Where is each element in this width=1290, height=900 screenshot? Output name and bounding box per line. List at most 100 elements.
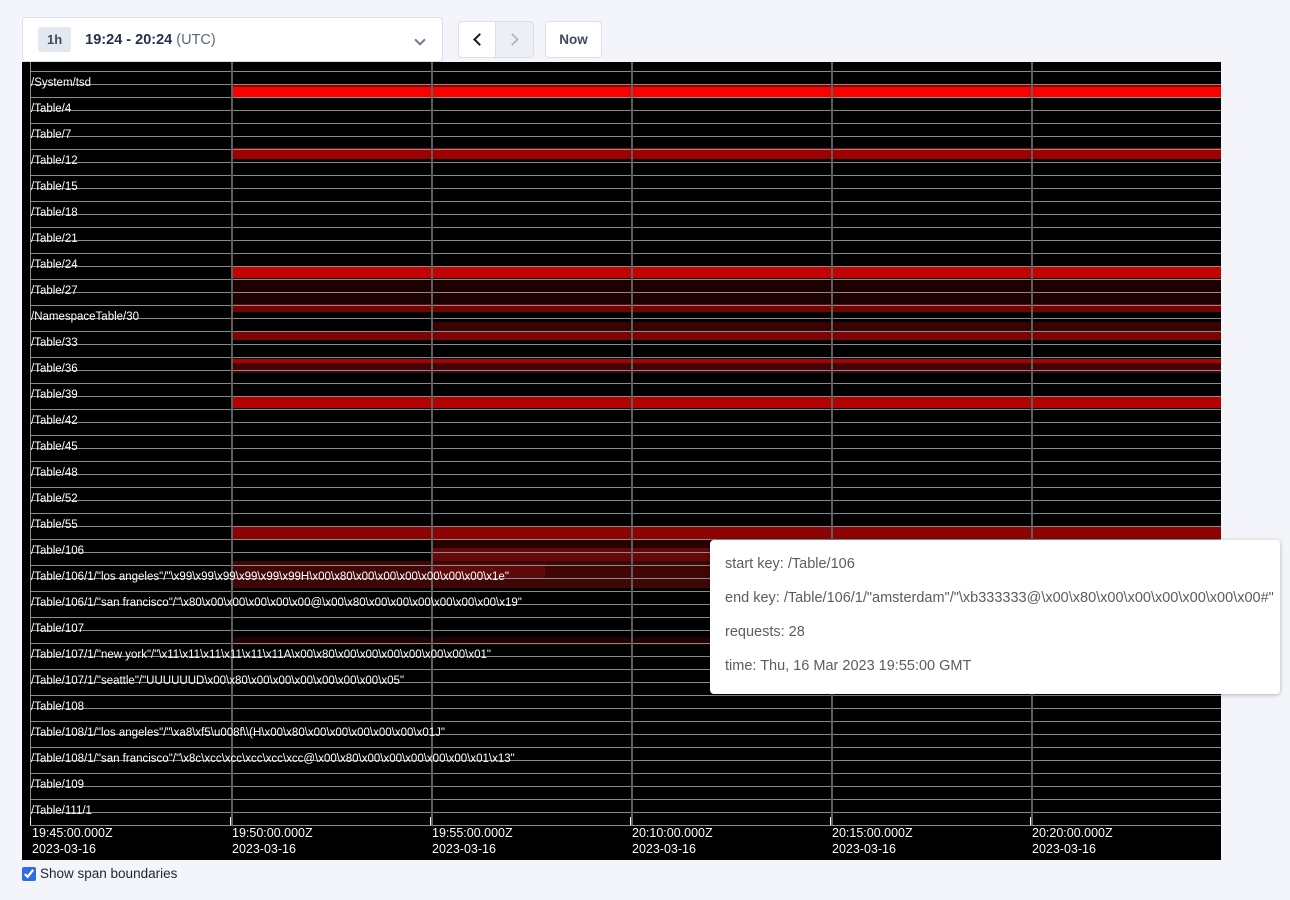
axis-tick-mark [830, 817, 831, 825]
span-boundary-line [30, 227, 1221, 228]
span-boundary-line [30, 123, 1221, 124]
show-span-boundaries-checkbox[interactable] [22, 867, 36, 881]
heatmap-band [231, 363, 1221, 373]
span-boundary-line [30, 71, 1221, 72]
row-label: /Table/52 [31, 493, 78, 506]
axis-tick-date: 2023-03-16 [232, 842, 296, 856]
row-label: /Table/108/1/"san francisco"/"\x8c\xcc\x… [31, 753, 515, 766]
now-button[interactable]: Now [545, 21, 602, 58]
time-nav-group [458, 21, 534, 58]
row-label: /Table/107 [31, 623, 84, 636]
axis-tick-time: 20:20:00.000Z [1032, 826, 1113, 840]
prev-time-button[interactable] [458, 21, 496, 58]
span-boundary-line [30, 162, 1221, 163]
heatmap-canvas[interactable]: /System/tsd/Table/4/Table/7/Table/12/Tab… [22, 62, 1221, 860]
span-boundary-line [30, 253, 1221, 254]
span-boundary-line [30, 474, 1221, 475]
row-label: /Table/108/1/"los angeles"/"\xa8\xf5\u00… [31, 727, 445, 740]
span-boundary-line [30, 721, 1221, 722]
span-boundary-line [30, 84, 1221, 85]
span-boundary-line [30, 370, 1221, 371]
span-boundary-line [30, 513, 1221, 514]
time-range-label: 19:24 - 20:24 (UTC) [85, 32, 216, 48]
time-gridline [1031, 62, 1033, 825]
span-boundary-line [30, 188, 1221, 189]
row-label: /Table/55 [31, 519, 78, 532]
row-label: /Table/106 [31, 545, 84, 558]
span-boundary-line [30, 812, 1221, 813]
tooltip-line: start key: /Table/106 [725, 557, 1280, 572]
span-boundary-line [30, 331, 1221, 332]
span-boundary-line [30, 318, 1221, 319]
heatmap-band [231, 397, 1221, 408]
tooltip-line: time: Thu, 16 Mar 2023 19:55:00 GMT [725, 659, 1280, 674]
axis-tick-time: 19:55:00.000Z [432, 826, 513, 840]
span-boundary-line [30, 240, 1221, 241]
axis-tick-mark [430, 817, 431, 825]
hover-tooltip: start key: /Table/106 end key: /Table/106… [710, 540, 1280, 694]
duration-badge: 1h [38, 27, 71, 52]
axis-tick-mark [230, 817, 231, 825]
row-label: /Table/106/1/"los angeles"/"\x99\x99\x99… [31, 571, 509, 584]
span-boundary-line [30, 409, 1221, 410]
row-label: /Table/24 [31, 259, 78, 272]
span-boundary-line [30, 448, 1221, 449]
tooltip-line: end key: /Table/106/1/"amsterdam"/"\xb33… [725, 591, 1280, 606]
tooltip-line: requests: 28 [725, 625, 1280, 640]
time-gridline [231, 62, 233, 825]
time-range-selector[interactable]: 1h 19:24 - 20:24 (UTC) [22, 17, 443, 62]
span-boundary-line [30, 266, 1221, 267]
show-span-boundaries-label[interactable]: Show span boundaries [40, 866, 177, 881]
chevron-right-icon [506, 33, 519, 46]
axis-tick-date: 2023-03-16 [32, 842, 96, 856]
row-label: /Table/42 [31, 415, 78, 428]
axis-tick-time: 20:10:00.000Z [632, 826, 713, 840]
span-boundary-line [30, 344, 1221, 345]
heatmap-band [231, 331, 1221, 340]
axis-tick-mark [1030, 817, 1031, 825]
span-boundary-line [30, 526, 1221, 527]
timezone-label: (UTC) [176, 32, 215, 48]
span-boundary-line [30, 201, 1221, 202]
axis-tick-date: 2023-03-16 [1032, 842, 1096, 856]
row-label: /Table/111/1 [31, 805, 92, 818]
span-boundary-line [30, 383, 1221, 384]
row-label: /Table/45 [31, 441, 78, 454]
heatmap-band [231, 87, 1221, 97]
span-boundary-line [30, 279, 1221, 280]
row-label: /Table/4 [31, 103, 71, 116]
span-boundary-line [30, 799, 1221, 800]
heatmap-band [431, 322, 1221, 331]
row-label: /Table/39 [31, 389, 78, 402]
span-boundary-line [30, 695, 1221, 696]
span-boundary-line [30, 747, 1221, 748]
span-boundary-line [30, 110, 1221, 111]
row-label: /Table/33 [31, 337, 78, 350]
row-label: /Table/108 [31, 701, 84, 714]
row-label: /Table/27 [31, 285, 78, 298]
span-boundary-line [30, 292, 1221, 293]
row-label: /System/tsd [31, 77, 91, 90]
time-range-value: 19:24 - 20:24 [85, 32, 172, 48]
span-boundary-line [30, 461, 1221, 462]
chevron-left-icon [473, 33, 486, 46]
axis-tick-mark [30, 817, 31, 825]
row-label: /Table/107/1/"new york"/"\x11\x11\x11\x1… [31, 649, 491, 662]
row-label: /Table/12 [31, 155, 78, 168]
axis-tick-date: 2023-03-16 [832, 842, 896, 856]
axis-tick-date: 2023-03-16 [632, 842, 696, 856]
heatmap-band [231, 267, 1221, 278]
axis-tick-time: 20:15:00.000Z [832, 826, 913, 840]
row-label: /Table/15 [31, 181, 78, 194]
row-label: /Table/36 [31, 363, 78, 376]
row-label: /Table/107/1/"seattle"/"UUUUUUD\x00\x80\… [31, 675, 404, 688]
time-gridline [631, 62, 633, 825]
time-gridline [831, 62, 833, 825]
next-time-button[interactable] [496, 21, 534, 58]
span-boundary-line [30, 708, 1221, 709]
time-gridline [431, 62, 433, 825]
row-label: /Table/109 [31, 779, 84, 792]
axis-tick-time: 19:45:00.000Z [32, 826, 113, 840]
span-boundary-line [30, 396, 1221, 397]
span-boundary-line [30, 773, 1221, 774]
